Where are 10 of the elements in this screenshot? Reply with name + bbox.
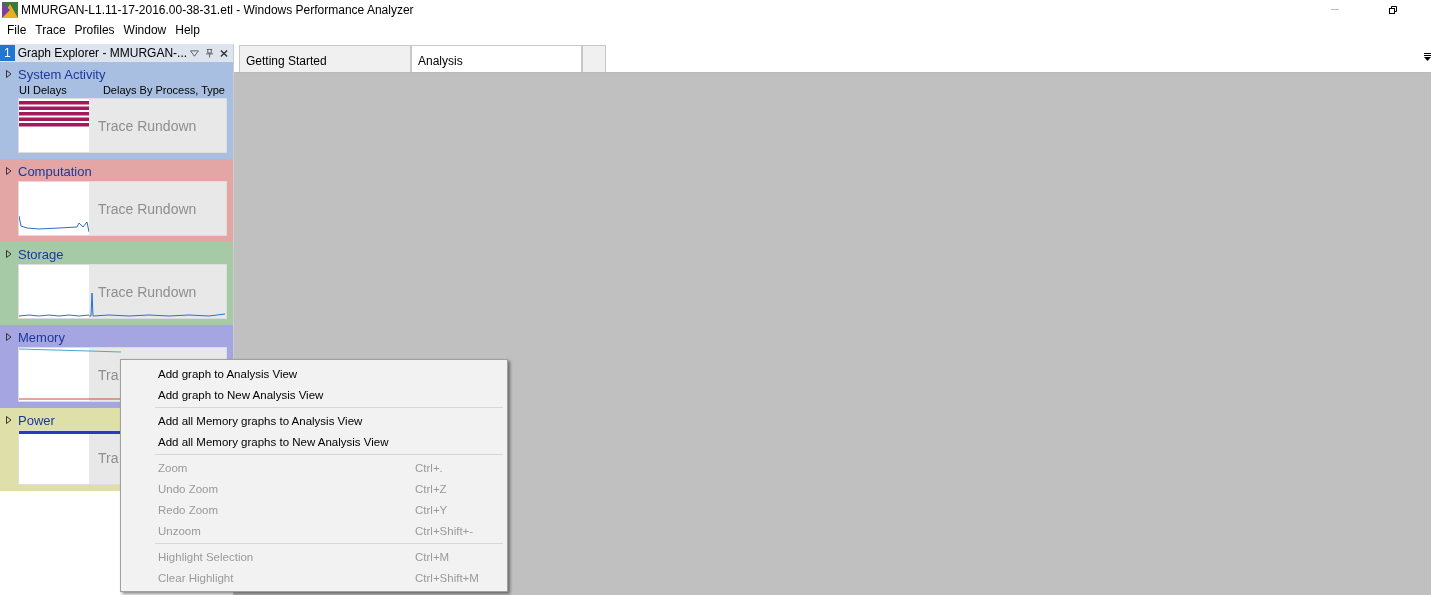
graph-label: UI Delays	[19, 84, 67, 98]
panel-title: Graph Explorer - MMURGAN-...	[17, 46, 188, 60]
window-title: MMURGAN-L1.11-17-2016.00-38-31.etl - Windows Performance Analyzer	[21, 3, 415, 17]
panel-number: 1	[0, 45, 15, 61]
graph-overlay-text: Tra	[98, 366, 119, 383]
graph-overlay-text: Trace Rundown	[98, 117, 197, 134]
graph-overlay-text: Tra	[98, 449, 119, 466]
graph-label: Delays By Process, Type	[102, 84, 225, 98]
graph-overlay-text: Trace Rundown	[98, 283, 197, 300]
graph-overlay-text: Trace Rundown	[98, 200, 197, 217]
